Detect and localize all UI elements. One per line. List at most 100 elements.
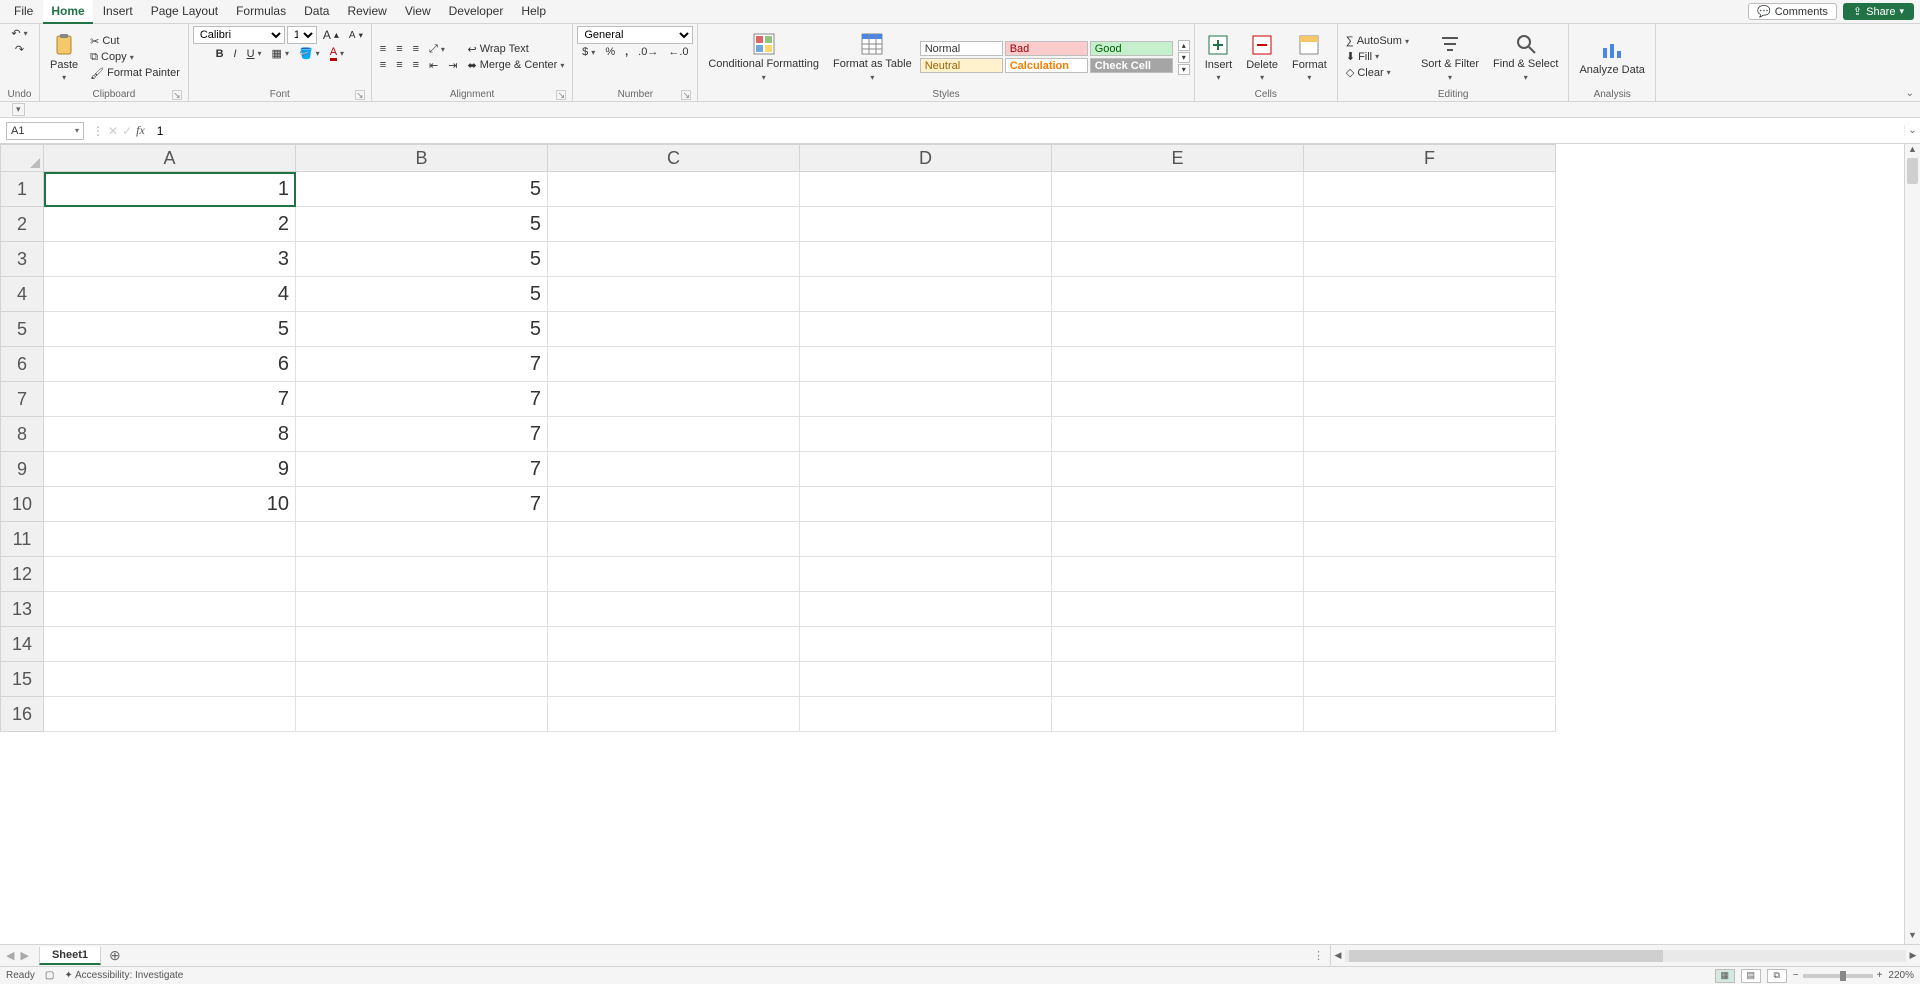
cell-E1[interactable] bbox=[1052, 172, 1304, 207]
zoom-level[interactable]: 220% bbox=[1888, 970, 1914, 981]
decrease-font-button[interactable]: A▾ bbox=[345, 29, 367, 42]
tab-review[interactable]: Review bbox=[339, 0, 394, 24]
cell-F8[interactable] bbox=[1304, 417, 1556, 452]
column-header-F[interactable]: F bbox=[1304, 144, 1556, 172]
find-select-button[interactable]: Find & Select▾ bbox=[1487, 30, 1564, 83]
cell-A9[interactable]: 9 bbox=[44, 452, 296, 487]
tab-view[interactable]: View bbox=[397, 0, 439, 24]
cell-D1[interactable] bbox=[800, 172, 1052, 207]
cell-A15[interactable] bbox=[44, 662, 296, 697]
cell-E14[interactable] bbox=[1052, 627, 1304, 662]
paste-button[interactable]: Paste ▾ bbox=[44, 31, 84, 84]
row-header-3[interactable]: 3 bbox=[0, 242, 44, 277]
cell-C1[interactable] bbox=[548, 172, 800, 207]
cell-D11[interactable] bbox=[800, 522, 1052, 557]
tab-data[interactable]: Data bbox=[296, 0, 337, 24]
name-box-more-button[interactable]: ⋮ bbox=[92, 124, 104, 138]
cell-styles-gallery[interactable]: NormalBadGoodNeutralCalculationCheck Cel… bbox=[920, 41, 1173, 73]
comma-format-button[interactable]: , bbox=[621, 45, 632, 59]
copy-button[interactable]: ⧉Copy▾ bbox=[86, 50, 184, 65]
cell-A13[interactable] bbox=[44, 592, 296, 627]
cell-D8[interactable] bbox=[800, 417, 1052, 452]
macro-record-icon[interactable]: ▢ bbox=[45, 970, 54, 981]
increase-decimal-button[interactable]: .0→ bbox=[634, 45, 662, 59]
font-dialog-icon[interactable]: ↘ bbox=[355, 90, 365, 100]
sheet-nav-next[interactable]: ▶ bbox=[20, 949, 28, 962]
cell-C12[interactable] bbox=[548, 557, 800, 592]
cell-style-good[interactable]: Good bbox=[1090, 41, 1173, 56]
cell-C7[interactable] bbox=[548, 382, 800, 417]
align-middle-button[interactable]: ≡ bbox=[392, 42, 406, 56]
cell-A5[interactable]: 5 bbox=[44, 312, 296, 347]
increase-font-button[interactable]: A▴ bbox=[319, 27, 343, 43]
cell-E9[interactable] bbox=[1052, 452, 1304, 487]
cell-F13[interactable] bbox=[1304, 592, 1556, 627]
cut-button[interactable]: ✂Cut bbox=[86, 34, 184, 49]
cell-style-neutral[interactable]: Neutral bbox=[920, 58, 1003, 73]
cell-B7[interactable]: 7 bbox=[296, 382, 548, 417]
cell-F15[interactable] bbox=[1304, 662, 1556, 697]
row-header-7[interactable]: 7 bbox=[0, 382, 44, 417]
fill-button[interactable]: ⬇Fill▾ bbox=[1342, 49, 1413, 64]
column-header-E[interactable]: E bbox=[1052, 144, 1304, 172]
wrap-text-button[interactable]: ↩Wrap Text bbox=[463, 42, 568, 57]
row-header-13[interactable]: 13 bbox=[0, 592, 44, 627]
cell-B12[interactable] bbox=[296, 557, 548, 592]
zoom-slider[interactable]: − + bbox=[1793, 970, 1883, 981]
cell-C15[interactable] bbox=[548, 662, 800, 697]
italic-button[interactable]: I bbox=[230, 47, 241, 61]
cell-style-check-cell[interactable]: Check Cell bbox=[1090, 58, 1173, 73]
cell-E7[interactable] bbox=[1052, 382, 1304, 417]
cell-style-normal[interactable]: Normal bbox=[920, 41, 1003, 56]
cell-D12[interactable] bbox=[800, 557, 1052, 592]
enter-formula-button[interactable]: ✓ bbox=[122, 124, 132, 138]
cell-C11[interactable] bbox=[548, 522, 800, 557]
cell-E15[interactable] bbox=[1052, 662, 1304, 697]
cell-F4[interactable] bbox=[1304, 277, 1556, 312]
cell-C5[interactable] bbox=[548, 312, 800, 347]
bold-button[interactable]: B bbox=[212, 47, 228, 61]
cell-F16[interactable] bbox=[1304, 697, 1556, 732]
conditional-formatting-button[interactable]: Conditional Formatting▾ bbox=[702, 30, 825, 83]
cell-A2[interactable]: 2 bbox=[44, 207, 296, 242]
cell-D13[interactable] bbox=[800, 592, 1052, 627]
decrease-decimal-button[interactable]: ←.0 bbox=[664, 45, 692, 59]
undo-button[interactable]: ↶▾ bbox=[7, 26, 31, 41]
row-header-15[interactable]: 15 bbox=[0, 662, 44, 697]
column-header-A[interactable]: A bbox=[44, 144, 296, 172]
tab-home[interactable]: Home bbox=[43, 0, 92, 24]
cell-B1[interactable]: 5 bbox=[296, 172, 548, 207]
format-painter-button[interactable]: 🖌Format Painter bbox=[86, 66, 184, 81]
number-dialog-icon[interactable]: ↘ bbox=[681, 90, 691, 100]
tab-page-layout[interactable]: Page Layout bbox=[143, 0, 226, 24]
formula-input[interactable] bbox=[151, 122, 1904, 140]
page-layout-view-button[interactable]: ▤ bbox=[1741, 969, 1761, 983]
vertical-scroll-thumb[interactable] bbox=[1907, 158, 1918, 184]
sheet-tab-options[interactable]: ⋮ bbox=[1313, 949, 1324, 962]
cell-B11[interactable] bbox=[296, 522, 548, 557]
cell-F1[interactable] bbox=[1304, 172, 1556, 207]
share-button[interactable]: ⇪ Share ▾ bbox=[1843, 3, 1914, 20]
vertical-scrollbar[interactable]: ▲ ▼ bbox=[1904, 144, 1920, 944]
normal-view-button[interactable]: ▦ bbox=[1715, 969, 1735, 983]
tab-insert[interactable]: Insert bbox=[95, 0, 141, 24]
cell-style-bad[interactable]: Bad bbox=[1005, 41, 1088, 56]
fx-icon[interactable]: fx bbox=[136, 123, 145, 138]
row-header-11[interactable]: 11 bbox=[0, 522, 44, 557]
cell-A12[interactable] bbox=[44, 557, 296, 592]
cell-F7[interactable] bbox=[1304, 382, 1556, 417]
cell-F2[interactable] bbox=[1304, 207, 1556, 242]
cell-B5[interactable]: 5 bbox=[296, 312, 548, 347]
cell-B4[interactable]: 5 bbox=[296, 277, 548, 312]
borders-button[interactable]: ▦▾ bbox=[268, 46, 293, 61]
format-as-table-button[interactable]: Format as Table▾ bbox=[827, 30, 918, 83]
accessibility-status[interactable]: ✦ Accessibility: Investigate bbox=[64, 970, 183, 981]
align-right-button[interactable]: ≡ bbox=[409, 58, 423, 72]
styles-scroll-down[interactable]: ▾ bbox=[1178, 52, 1190, 63]
cell-C6[interactable] bbox=[548, 347, 800, 382]
column-header-D[interactable]: D bbox=[800, 144, 1052, 172]
cell-C2[interactable] bbox=[548, 207, 800, 242]
cell-E10[interactable] bbox=[1052, 487, 1304, 522]
styles-more-button[interactable]: ▾ bbox=[1178, 64, 1190, 75]
sort-filter-button[interactable]: Sort & Filter▾ bbox=[1415, 30, 1485, 83]
